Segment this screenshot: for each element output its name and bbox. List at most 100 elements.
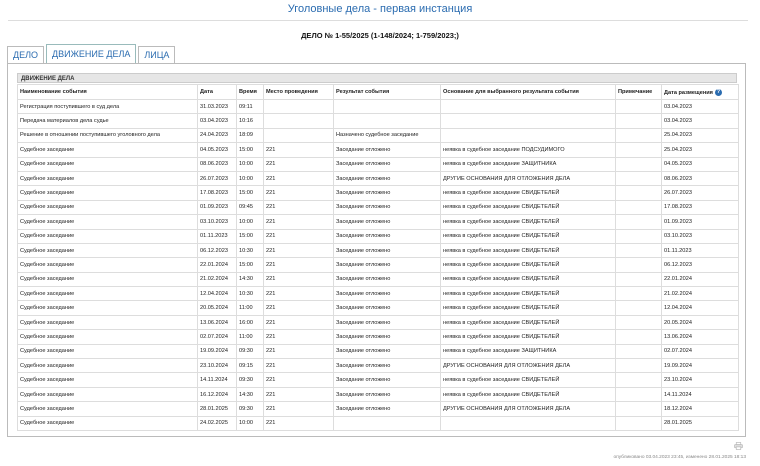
cell-posted-date: 18.12.2024	[661, 401, 739, 417]
cell-place: 221	[263, 170, 334, 187]
cell-result: Заседание отложено	[333, 228, 441, 244]
cell-posted-date: 01.09.2023	[661, 214, 739, 230]
cell-place	[263, 113, 334, 129]
cell-posted-date: 28.01.2025	[661, 415, 739, 431]
cell-event-name: Судебное заседание	[17, 185, 198, 201]
cell-reason: неявка в судебное заседание СВИДЕТЕЛЕЙ	[440, 372, 616, 388]
cell-date: 24.04.2023	[197, 127, 237, 144]
cell-posted-date: 08.06.2023	[661, 170, 739, 187]
cell-event-name: Передача материалов дела судье	[17, 113, 198, 129]
cell-place: 221	[263, 156, 334, 172]
cell-date: 02.07.2024	[197, 329, 237, 345]
print-icon[interactable]	[734, 442, 743, 450]
cell-note	[615, 314, 662, 331]
cell-event-name: Судебное заседание	[17, 142, 198, 158]
cell-place: 221	[263, 300, 334, 316]
col-note: Примечание	[615, 84, 662, 100]
cell-time: 14:30	[236, 271, 264, 288]
cell-note	[615, 386, 662, 403]
cell-event-name: Судебное заседание	[17, 358, 198, 374]
cell-place: 221	[263, 415, 334, 431]
cell-reason: ДРУГИЕ ОСНОВАНИЯ ДЛЯ ОТЛОЖЕНИЯ ДЕЛА	[440, 358, 616, 374]
cell-reason: ДРУГИЕ ОСНОВАНИЯ ДЛЯ ОТЛОЖЕНИЯ ДЕЛА	[440, 170, 616, 187]
cell-time: 10:00	[236, 214, 264, 230]
table-row: Судебное заседание 16.12.2024 14:30 221 Засе…	[17, 386, 739, 403]
cell-result: Заседание отложено	[333, 372, 441, 388]
table-row: Судебное заседание 01.09.2023 09:45 221 Засе…	[17, 199, 739, 216]
cell-place: 221	[263, 257, 334, 273]
cell-note	[615, 257, 662, 273]
cell-note	[615, 358, 662, 374]
cell-place: 221	[263, 358, 334, 374]
cell-reason: неявка в судебное заседание СВИДЕТЕЛЕЙ	[440, 329, 616, 345]
cell-date: 19.09.2024	[197, 343, 237, 360]
cell-date: 12.04.2024	[197, 286, 237, 302]
cell-time: 10:00	[236, 156, 264, 172]
cell-result	[333, 415, 441, 431]
tab-case-movement[interactable]: ДВИЖЕНИЕ ДЕЛА	[46, 44, 137, 64]
cell-place: 221	[263, 401, 334, 417]
cell-posted-date: 12.04.2024	[661, 300, 739, 316]
table-row: Судебное заседание 26.07.2023 10:00 221 Засе…	[17, 170, 739, 187]
cell-posted-date: 06.12.2023	[661, 257, 739, 273]
cell-date: 03.04.2023	[197, 113, 237, 129]
cell-place: 221	[263, 314, 334, 331]
cell-posted-date: 03.04.2023	[661, 113, 739, 129]
cell-time: 10:00	[236, 415, 264, 431]
cell-place: 221	[263, 271, 334, 288]
cell-note	[615, 127, 662, 144]
cell-event-name: Судебное заседание	[17, 386, 198, 403]
cell-result: Заседание отложено	[333, 142, 441, 158]
table-row: Судебное заседание 14.11.2024 09:30 221 Засе…	[17, 372, 739, 388]
cell-reason	[440, 127, 616, 144]
cell-result: Заседание отложено	[333, 271, 441, 288]
col-place: Место проведения	[263, 84, 334, 100]
cell-posted-date: 03.04.2023	[661, 98, 739, 115]
cell-time: 10:30	[236, 286, 264, 302]
cell-reason	[440, 415, 616, 431]
cell-time: 11:00	[236, 300, 264, 316]
col-result: Результат события	[333, 84, 441, 100]
cell-note	[615, 228, 662, 244]
cell-result: Заседание отложено	[333, 257, 441, 273]
cell-time: 16:00	[236, 314, 264, 331]
cell-posted-date: 13.06.2024	[661, 329, 739, 345]
cell-result: Заседание отложено	[333, 401, 441, 417]
cell-event-name: Судебное заседание	[17, 199, 198, 216]
cell-time: 09:30	[236, 343, 264, 360]
cell-date: 17.08.2023	[197, 185, 237, 201]
cell-note	[615, 286, 662, 302]
table-row: Судебное заседание 02.07.2024 11:00 221 Засе…	[17, 329, 739, 345]
cell-event-name: Судебное заседание	[17, 228, 198, 244]
cell-result: Заседание отложено	[333, 329, 441, 345]
tab-case[interactable]: ДЕЛО	[7, 46, 45, 63]
table-row: Решение в отношении поступившего уголовн…	[17, 127, 739, 144]
cell-note	[615, 156, 662, 172]
cell-posted-date: 02.07.2024	[661, 343, 739, 360]
cell-posted-date: 14.11.2024	[661, 386, 739, 403]
cell-posted-date: 26.07.2023	[661, 185, 739, 201]
cell-note	[615, 300, 662, 316]
table-row: Судебное заседание 24.02.2025 10:00 221 28.0…	[17, 415, 739, 431]
cell-date: 14.11.2024	[197, 372, 237, 388]
cell-reason: ДРУГИЕ ОСНОВАНИЯ ДЛЯ ОТЛОЖЕНИЯ ДЕЛА	[440, 401, 616, 417]
table-row: Судебное заседание 03.10.2023 10:00 221 Засе…	[17, 214, 739, 230]
cell-note	[615, 242, 662, 259]
cell-reason: неявка в судебное заседание СВИДЕТЕЛЕЙ	[440, 286, 616, 302]
cell-result: Заседание отложено	[333, 214, 441, 230]
table-row: Судебное заседание 12.04.2024 10:30 221 Засе…	[17, 286, 739, 302]
cell-event-name: Регистрация поступившего в суд дела	[17, 98, 198, 115]
table-row: Судебное заседание 21.02.2024 14:30 221 Засе…	[17, 271, 739, 288]
cell-reason: неявка в судебное заседание СВИДЕТЕЛЕЙ	[440, 300, 616, 316]
col-time: Время	[236, 84, 264, 100]
tab-persons[interactable]: ЛИЦА	[138, 46, 176, 63]
cell-event-name: Судебное заседание	[17, 329, 198, 345]
cell-date: 16.12.2024	[197, 386, 237, 403]
cell-time: 15:00	[236, 142, 264, 158]
cell-note	[615, 401, 662, 417]
help-icon[interactable]: ?	[714, 88, 722, 96]
cell-date: 23.10.2024	[197, 358, 237, 374]
cell-note	[615, 415, 662, 431]
section-header: ДВИЖЕНИЕ ДЕЛА	[17, 73, 737, 83]
cell-note	[615, 185, 662, 201]
